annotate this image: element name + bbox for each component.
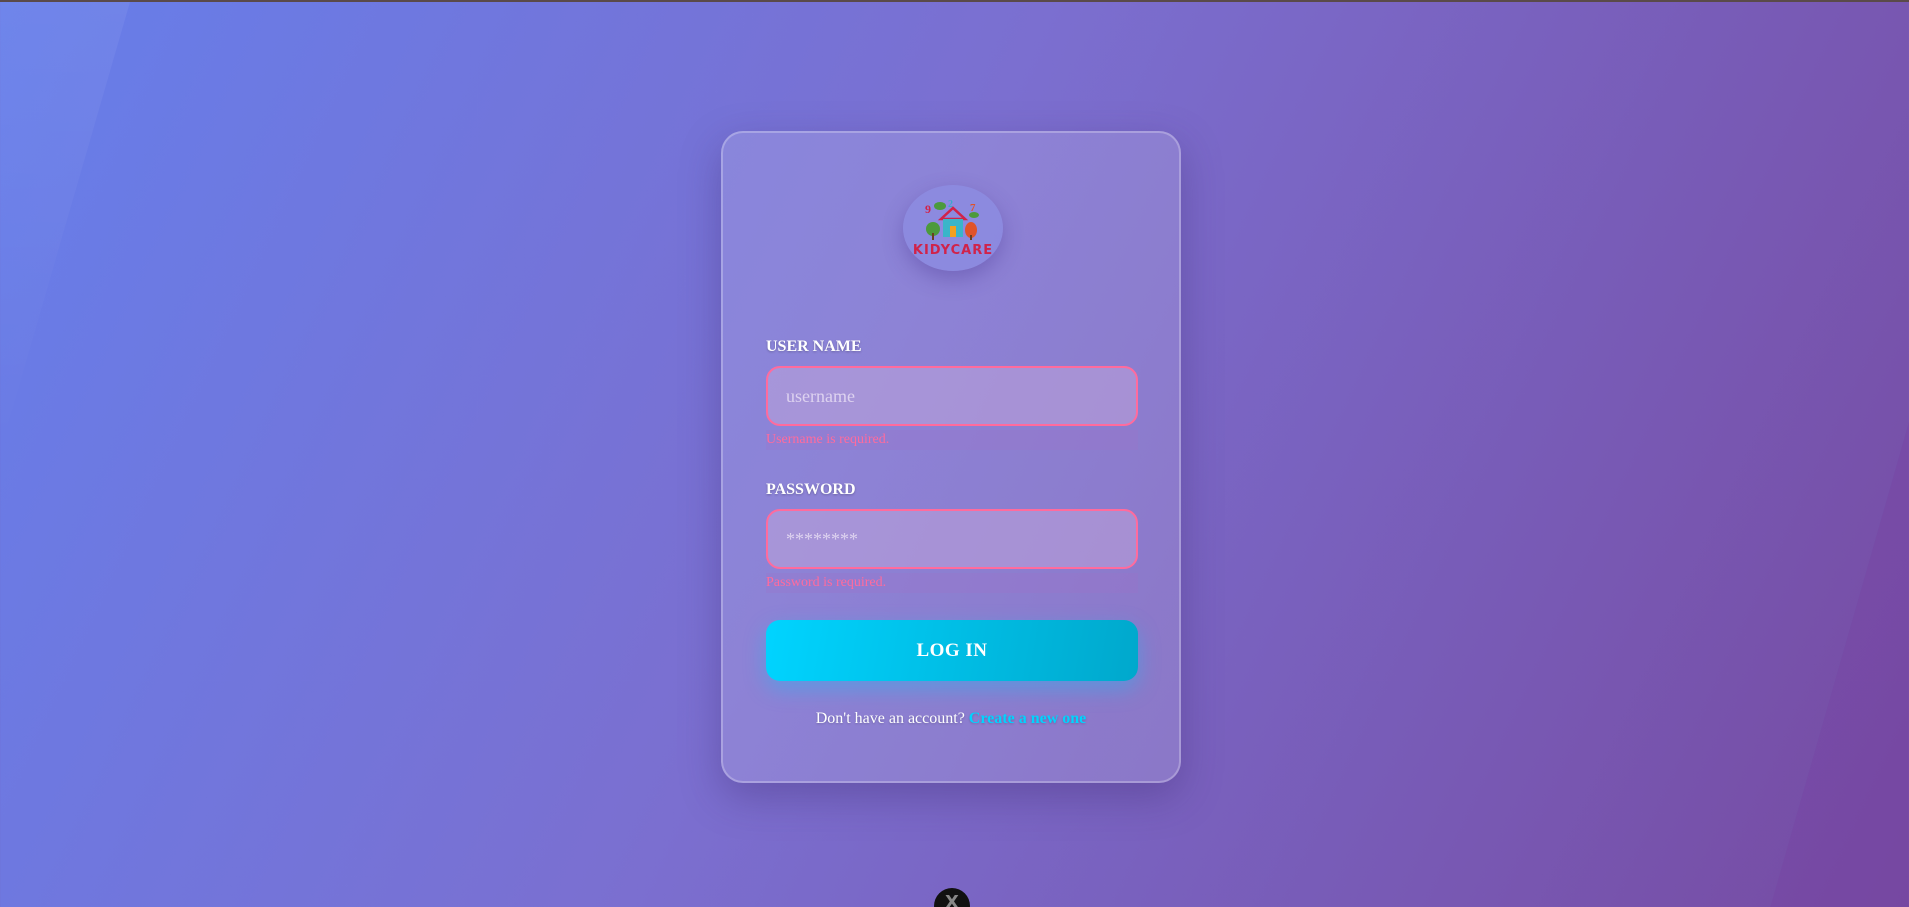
close-button[interactable]: X [934, 888, 970, 907]
background-shine [1769, 422, 1909, 907]
username-input[interactable] [766, 366, 1138, 426]
password-error: Password is required. [766, 573, 1138, 593]
signup-prompt-text: Don't have an account? [815, 710, 965, 727]
username-label: USER NAME [766, 338, 862, 355]
password-input[interactable] [766, 509, 1138, 569]
signup-prompt: Don't have an account? Create a new one [723, 710, 1179, 728]
login-card: 9 2 7 KIDYCARE USER NAME Username is req… [721, 131, 1181, 783]
kidycare-logo: 9 2 7 KIDYCARE [903, 185, 1003, 271]
svg-text:9: 9 [925, 202, 931, 216]
create-account-link[interactable]: Create a new one [969, 710, 1086, 727]
house-icon: 9 2 7 [925, 199, 979, 240]
username-error: Username is required. [766, 430, 1138, 450]
background-shine [0, 2, 130, 452]
logo-text: KIDYCARE [912, 242, 994, 258]
password-label: PASSWORD [766, 481, 856, 498]
login-button[interactable]: LOG IN [766, 620, 1138, 681]
